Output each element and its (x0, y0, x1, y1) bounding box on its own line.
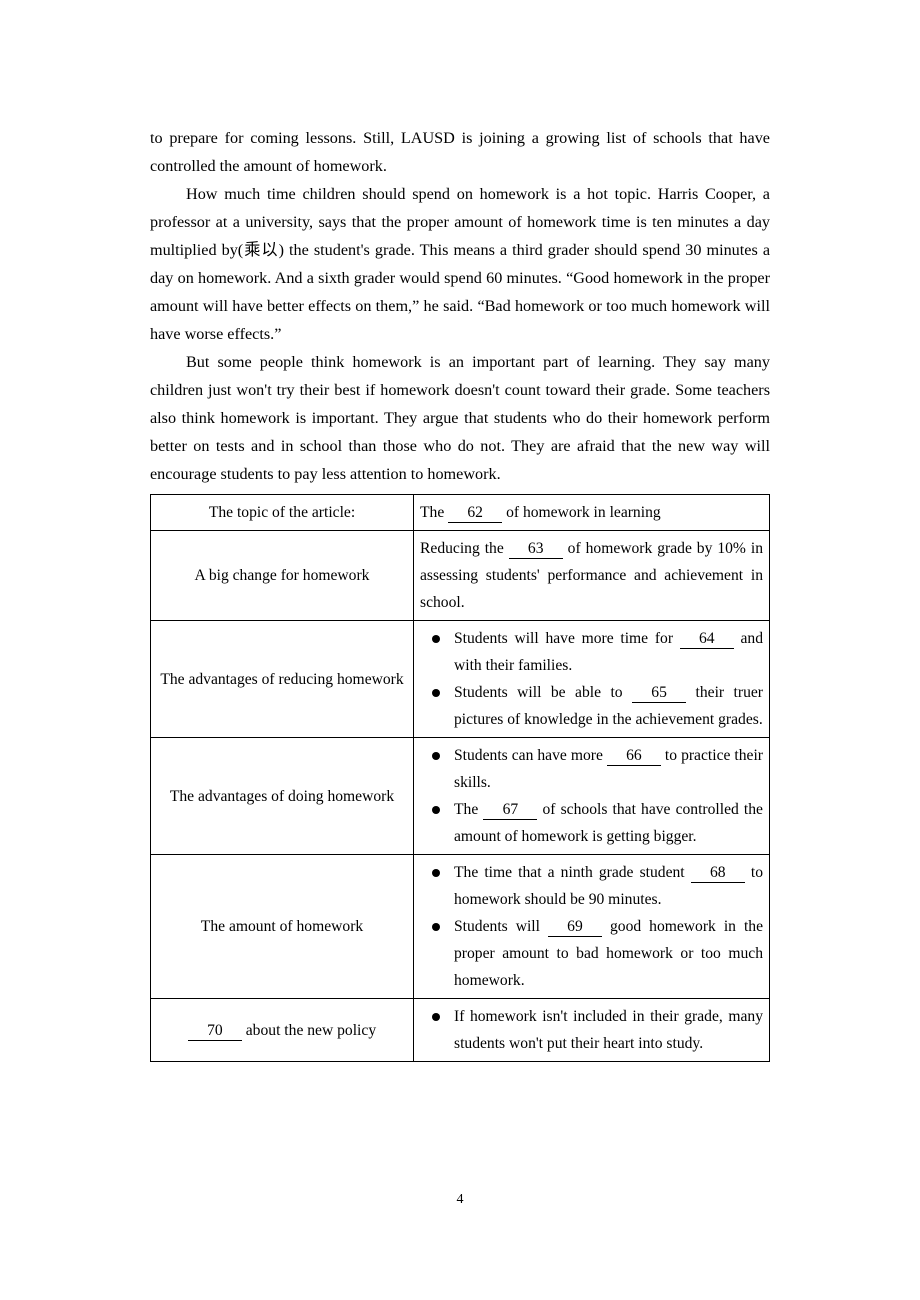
bullet-list-amount: The time that a ninth grade student 68 t… (420, 859, 763, 994)
table-row-advantages-reducing: The advantages of reducing homework Stud… (150, 620, 770, 738)
bullet-before: Students will have more time for (454, 630, 674, 647)
bullet-before: The (454, 801, 479, 818)
blank-63: 63 (508, 540, 563, 559)
blank-69: 69 (547, 918, 602, 937)
bullet-list-reducing: Students will have more time for 64 and … (420, 625, 763, 733)
row-label-amount: The amount of homework (150, 854, 414, 999)
table-row-opinion: 70 about the new policy If homework isn'… (150, 998, 770, 1062)
paragraph-2: How much time children should spend on h… (150, 185, 770, 343)
bullet-list-doing: Students can have more 66 to practice th… (420, 742, 763, 850)
paragraph-3: But some people think homework is an imp… (150, 353, 770, 483)
blank-65: 65 (632, 684, 687, 703)
topic-label: The topic of the article: (150, 494, 414, 531)
blank-67: 67 (483, 801, 538, 820)
summary-table: The topic of the article: The 62 of home… (150, 494, 770, 1062)
list-item: If homework isn't included in their grad… (420, 1003, 763, 1057)
row-value-amount: The time that a ninth grade student 68 t… (413, 854, 770, 999)
blank-62: 62 (448, 504, 503, 523)
bullet-list-opinion: If homework isn't included in their grad… (420, 1003, 763, 1057)
list-item: Students will have more time for 64 and … (420, 625, 763, 679)
row-value-opinion: If homework isn't included in their grad… (413, 998, 770, 1062)
row-value-advantages-reducing: Students will have more time for 64 and … (413, 620, 770, 738)
bullet-before: The time that a ninth grade student (454, 864, 685, 881)
list-item: Students will 69 good homework in the pr… (420, 913, 763, 994)
table-row-topic: The topic of the article: The 62 of home… (150, 494, 770, 531)
topic-prefix: The (420, 504, 445, 521)
row-label-opinion: 70 about the new policy (150, 998, 414, 1062)
list-item: The 67 of schools that have controlled t… (420, 796, 763, 850)
page-number: 4 (456, 1192, 464, 1207)
list-item: The time that a ninth grade student 68 t… (420, 859, 763, 913)
blank-68: 68 (690, 864, 745, 883)
paragraph-1: to prepare for coming lessons. Still, LA… (150, 129, 770, 175)
row-value-advantages-doing: Students can have more 66 to practice th… (413, 737, 770, 855)
big-change-before: Reducing the (420, 540, 504, 557)
row-value-big-change: Reducing the 63 of homework grade by 10%… (413, 530, 770, 621)
page-content: to prepare for coming lessons. Still, LA… (150, 124, 770, 1062)
bullet-before: Students can have more (454, 747, 603, 764)
table-row-big-change: A big change for homework Reducing the 6… (150, 530, 770, 621)
opinion-label-after: about the new policy (245, 1021, 377, 1039)
bullet-before: If homework isn't included in their grad… (454, 1008, 763, 1052)
list-item: Students will be able to 65 their truer … (420, 679, 763, 733)
table-row-amount: The amount of homework The time that a n… (150, 854, 770, 999)
bullet-before: Students will be able to (454, 684, 623, 701)
blank-70: 70 (187, 1022, 242, 1041)
row-label-big-change: A big change for homework (150, 530, 414, 621)
document-page: to prepare for coming lessons. Still, LA… (0, 0, 920, 1300)
blank-66: 66 (606, 747, 661, 766)
table-row-advantages-doing: The advantages of doing homework Student… (150, 737, 770, 855)
row-label-advantages-reducing: The advantages of reducing homework (150, 620, 414, 738)
list-item: Students can have more 66 to practice th… (420, 742, 763, 796)
topic-suffix: of homework in learning (506, 504, 661, 521)
topic-value: The 62 of homework in learning (413, 494, 770, 531)
blank-64: 64 (679, 630, 734, 649)
row-label-advantages-doing: The advantages of doing homework (150, 737, 414, 855)
bullet-before: Students will (454, 918, 540, 935)
big-change-text: Reducing the 63 of homework grade by 10%… (420, 535, 763, 616)
